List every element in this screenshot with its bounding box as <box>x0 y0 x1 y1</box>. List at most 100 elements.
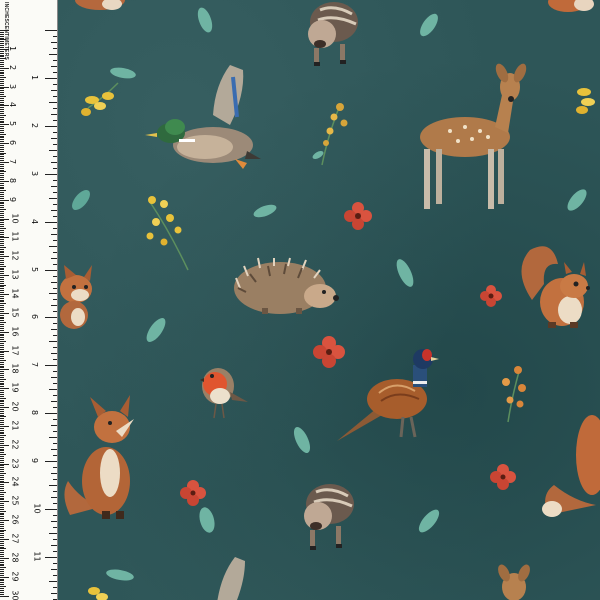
ruler-tick <box>0 522 4 523</box>
ruler-tick <box>0 424 4 425</box>
ruler-tick <box>0 510 6 512</box>
ruler-tick <box>53 155 57 157</box>
squirrel-icon <box>521 246 590 328</box>
ruler-tick <box>49 54 57 55</box>
ruler-tick <box>0 101 4 103</box>
ruler-tick <box>0 175 4 177</box>
ruler-tick <box>0 99 4 101</box>
ruler-tick <box>0 116 4 118</box>
ruler-tick <box>49 101 57 103</box>
ruler-tick <box>0 305 4 307</box>
ruler-tick <box>53 455 57 457</box>
ruler-tick <box>0 318 4 320</box>
ruler-tick <box>0 514 4 516</box>
leaf-icon <box>293 427 311 453</box>
ruler-tick <box>0 227 6 229</box>
ruler-tick <box>0 43 4 45</box>
ruler-tick <box>0 403 4 405</box>
ruler-tick <box>53 527 57 528</box>
ruler-tick <box>0 71 4 73</box>
ruler-inch-label: 2 <box>30 122 40 128</box>
ruler-cm-label: 8 <box>8 177 18 183</box>
fabric-pattern: INCHES CENTIMETERS 1 2 3 4 5 6 7 8 9 10 11 12 13 14 15… <box>0 0 600 600</box>
ruler-tick <box>53 395 57 397</box>
ruler-tick <box>0 316 4 318</box>
ruler-tick <box>0 156 4 158</box>
yellow-flower-sprig-icon <box>146 196 189 271</box>
ruler-tick <box>53 347 57 349</box>
ruler-tick <box>0 535 4 537</box>
ruler-tick <box>0 346 4 348</box>
ruler-tick <box>45 269 57 271</box>
ruler-tick <box>51 401 57 403</box>
ruler-tick <box>0 576 9 578</box>
ruler-tick <box>0 482 9 484</box>
ruler-tick <box>51 161 57 163</box>
ruler-tick <box>0 254 4 256</box>
leaf-icon <box>146 318 166 342</box>
ruler-cm-label: 25 <box>10 495 20 506</box>
ruler-tick <box>49 197 57 199</box>
ruler-tick <box>0 284 6 286</box>
ruler-tick <box>0 484 4 486</box>
fox-partial-icon <box>60 265 92 329</box>
leaf-icon <box>72 190 90 210</box>
ruler-tick <box>0 508 4 510</box>
ruler-tick <box>0 325 4 327</box>
ruler-tick <box>0 282 4 284</box>
ruler-tick <box>0 250 4 252</box>
ruler-tick <box>45 365 57 367</box>
ruler-tick <box>53 119 57 121</box>
leaf-icon <box>197 7 213 33</box>
ruler-tick <box>0 367 4 369</box>
ruler-tick <box>0 322 6 324</box>
ruler-tick <box>0 92 4 94</box>
ruler-tick <box>0 229 4 231</box>
ruler-inch-label: 8 <box>30 410 40 416</box>
ruler-tick <box>0 452 4 454</box>
ruler-tick <box>0 207 4 209</box>
ruler-tick <box>0 520 9 522</box>
ruler-tick <box>51 353 57 355</box>
ruler-tick <box>0 145 4 146</box>
ruler-inch-label: 3 <box>30 170 40 176</box>
fox-partial-top-right-icon <box>548 0 594 12</box>
ruler-tick <box>0 369 9 371</box>
ruler-tick <box>0 37 4 39</box>
ruler-tick <box>0 90 4 92</box>
ruler-tick <box>0 276 4 278</box>
ruler-tick <box>0 154 4 156</box>
ruler-tick <box>0 165 4 167</box>
ruler-tick <box>53 538 57 540</box>
ruler-tick <box>53 407 57 409</box>
ruler-tick <box>45 221 57 223</box>
ruler-tick <box>0 595 9 597</box>
ruler-tick <box>51 329 57 331</box>
ruler-tick <box>0 260 4 261</box>
ruler-tick <box>0 486 4 488</box>
ruler-tick <box>0 540 4 542</box>
ruler-tick <box>49 533 57 534</box>
ruler-cm-label: 14 <box>10 288 20 299</box>
ruler-tick <box>51 425 57 427</box>
ruler-tick <box>0 182 4 184</box>
ruler-tick <box>0 495 4 497</box>
ruler-tick <box>0 192 4 194</box>
ruler-tick <box>0 280 4 282</box>
ruler-tick <box>0 352 4 354</box>
ruler-tick <box>0 448 4 450</box>
ruler-tick <box>0 433 4 435</box>
ruler-tick <box>0 131 4 133</box>
ruler-tick <box>0 552 4 554</box>
ruler-tick <box>0 129 4 131</box>
ruler-tick <box>0 96 6 97</box>
ruler-tick <box>0 341 6 342</box>
ruler-tick <box>0 80 4 82</box>
ruler-tick <box>0 297 4 299</box>
ruler-tick <box>0 533 4 535</box>
wild-boar-piglet-icon <box>308 2 358 66</box>
yellow-flower-sprig-icon <box>88 569 134 600</box>
ruler-tick <box>0 146 4 148</box>
ruler-tick <box>0 467 4 469</box>
ruler-tick <box>51 42 57 43</box>
